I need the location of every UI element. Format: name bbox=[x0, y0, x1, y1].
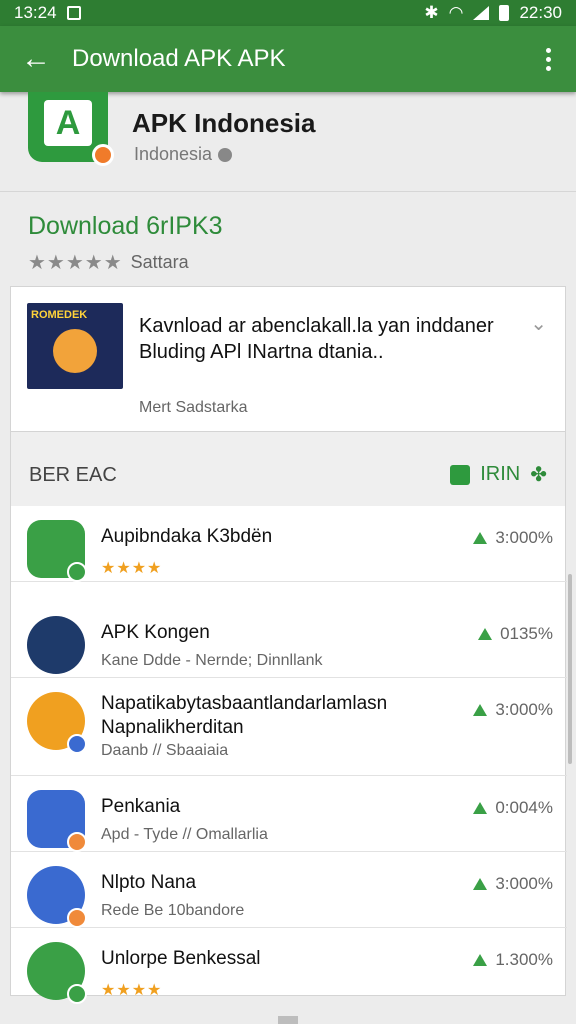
app-bar-title: Download APK APK bbox=[72, 45, 286, 72]
list-item-desc: Kane Ddde - Nernde; Dinnllank bbox=[101, 652, 323, 669]
rating-stars: ★★★★★ bbox=[28, 252, 123, 274]
wifi-icon: ◠ bbox=[448, 3, 464, 22]
list-item-percent: 0135% bbox=[478, 624, 553, 644]
thumb-up-icon bbox=[450, 464, 471, 485]
trend-up-icon bbox=[478, 628, 493, 640]
scrollbar[interactable] bbox=[568, 574, 572, 764]
list-item[interactable]: Napatikabytasbaantlandarlamlasn Napnalik… bbox=[11, 678, 567, 776]
list-item-stars: ★★★★ bbox=[101, 982, 163, 999]
notification-icon bbox=[66, 6, 81, 20]
section-header: BER EAC IRIN ✤ bbox=[10, 432, 566, 506]
badge-icon bbox=[67, 734, 87, 754]
list-item-name: Aupibndaka K3bdën bbox=[101, 526, 273, 547]
list-item[interactable]: Unlorpe Benkessal ★★★★ 1.300% bbox=[11, 928, 567, 1004]
feature-thumb-brand: ROMEDEK bbox=[31, 309, 88, 321]
trend-up-icon bbox=[473, 878, 488, 890]
battery-icon bbox=[499, 5, 510, 21]
download-rating: ★★★★★ Sattara bbox=[28, 250, 189, 275]
rating-label: Sattara bbox=[130, 252, 189, 272]
list-item-percent: 3:000% bbox=[473, 700, 553, 720]
globe-icon bbox=[218, 147, 233, 162]
arrow-back-icon[interactable]: ← bbox=[0, 26, 72, 92]
list-item-percent: 3:000% bbox=[473, 528, 553, 548]
mascot-icon bbox=[53, 329, 97, 373]
app-header: A APK Indonesia Indonesia bbox=[0, 92, 576, 192]
list-item-percent: 3:000% bbox=[473, 874, 553, 894]
app-subtitle: Indonesia bbox=[134, 144, 233, 165]
trend-up-icon bbox=[473, 954, 488, 966]
list-item-desc: Aрd - Tyde // Omallarlia bbox=[101, 826, 268, 843]
list-item[interactable]: APK Kongen Kane Ddde - Nernde; Dinnllank… bbox=[11, 602, 567, 678]
list-item-name: Unlorpe Benkessal bbox=[101, 948, 261, 969]
download-title[interactable]: Download 6rIPK3 bbox=[28, 212, 223, 241]
nav-handle bbox=[278, 1016, 298, 1024]
feature-card[interactable]: ROMEDEK Kavnload ar abenclakall.la yan i… bbox=[10, 286, 566, 432]
trend-up-icon bbox=[473, 704, 488, 716]
list-item-name: Penkania bbox=[101, 796, 181, 817]
app-subtitle-text: Indonesia bbox=[134, 144, 213, 164]
avatar bbox=[27, 616, 85, 674]
section-action-label: IRIN bbox=[480, 463, 521, 485]
badge-icon bbox=[67, 832, 87, 852]
chevron-down-icon[interactable]: ⌄ bbox=[530, 311, 547, 336]
list-item-desc: Daanb // Sbaaiaia bbox=[101, 742, 229, 759]
list-item[interactable]: Nlpto Nana Rede Be 10bandore 3:000% bbox=[11, 852, 567, 928]
app-logo-icon: A bbox=[28, 92, 114, 166]
list-item-percent-value: 3:000% bbox=[495, 874, 553, 893]
list-item-name: APK Kongen bbox=[101, 622, 210, 643]
status-bar: 13:24 ✱ ◠ 22:30 bbox=[0, 0, 576, 26]
list-item-percent-value: 3:000% bbox=[495, 700, 553, 719]
list-item-percent-value: 3:000% bbox=[495, 528, 553, 547]
list-item-percent: 1.300% bbox=[473, 950, 553, 970]
app-list: Aupibndaka K3bdën ★★★★ 3:000% APK Kongen… bbox=[10, 506, 567, 1004]
more-vert-icon[interactable] bbox=[520, 47, 576, 71]
feature-thumbnail: ROMEDEK bbox=[27, 303, 123, 389]
trend-up-icon bbox=[473, 802, 488, 814]
section-label: BER EAC bbox=[29, 464, 117, 486]
app-logo-letter: A bbox=[44, 100, 92, 146]
list-item[interactable]: Penkania Aрd - Tyde // Omallarlia 0:004% bbox=[11, 776, 567, 852]
status-time: 13:24 bbox=[14, 3, 57, 22]
list-item-percent: 0:004% bbox=[473, 798, 553, 818]
list-item[interactable]: Aupibndaka K3bdën ★★★★ 3:000% bbox=[11, 506, 567, 582]
list-item-percent-value: 0:004% bbox=[495, 798, 553, 817]
section-action[interactable]: IRIN ✤ bbox=[450, 462, 547, 487]
app-badge-icon bbox=[92, 144, 114, 166]
badge-icon bbox=[67, 908, 87, 928]
list-item-percent-value: 0135% bbox=[500, 624, 553, 643]
app-name: APK Indonesia bbox=[132, 108, 316, 138]
signal-icon bbox=[473, 6, 490, 20]
list-item-desc: Rede Be 10bandore bbox=[101, 902, 245, 919]
clover-icon: ✤ bbox=[530, 464, 547, 486]
list-item-name: Napatikabytasbaantlandarlamlasn Napnalik… bbox=[101, 693, 388, 738]
feature-text: Kavnload ar abenclakall.la yan inddaner … bbox=[139, 315, 494, 363]
badge-icon bbox=[67, 984, 87, 1004]
list-item-stars: ★★★★ bbox=[101, 560, 163, 577]
badge-icon bbox=[67, 562, 87, 582]
app-bar: ← Download APK APK bbox=[0, 26, 576, 92]
bluetooth-icon: ✱ bbox=[424, 3, 439, 22]
status-clock: 22:30 bbox=[519, 3, 562, 22]
trend-up-icon bbox=[473, 532, 488, 544]
list-item-percent-value: 1.300% bbox=[495, 950, 553, 969]
feature-meta: Mert Sadstarka bbox=[139, 399, 248, 416]
list-item-name: Nlpto Nana bbox=[101, 872, 197, 893]
